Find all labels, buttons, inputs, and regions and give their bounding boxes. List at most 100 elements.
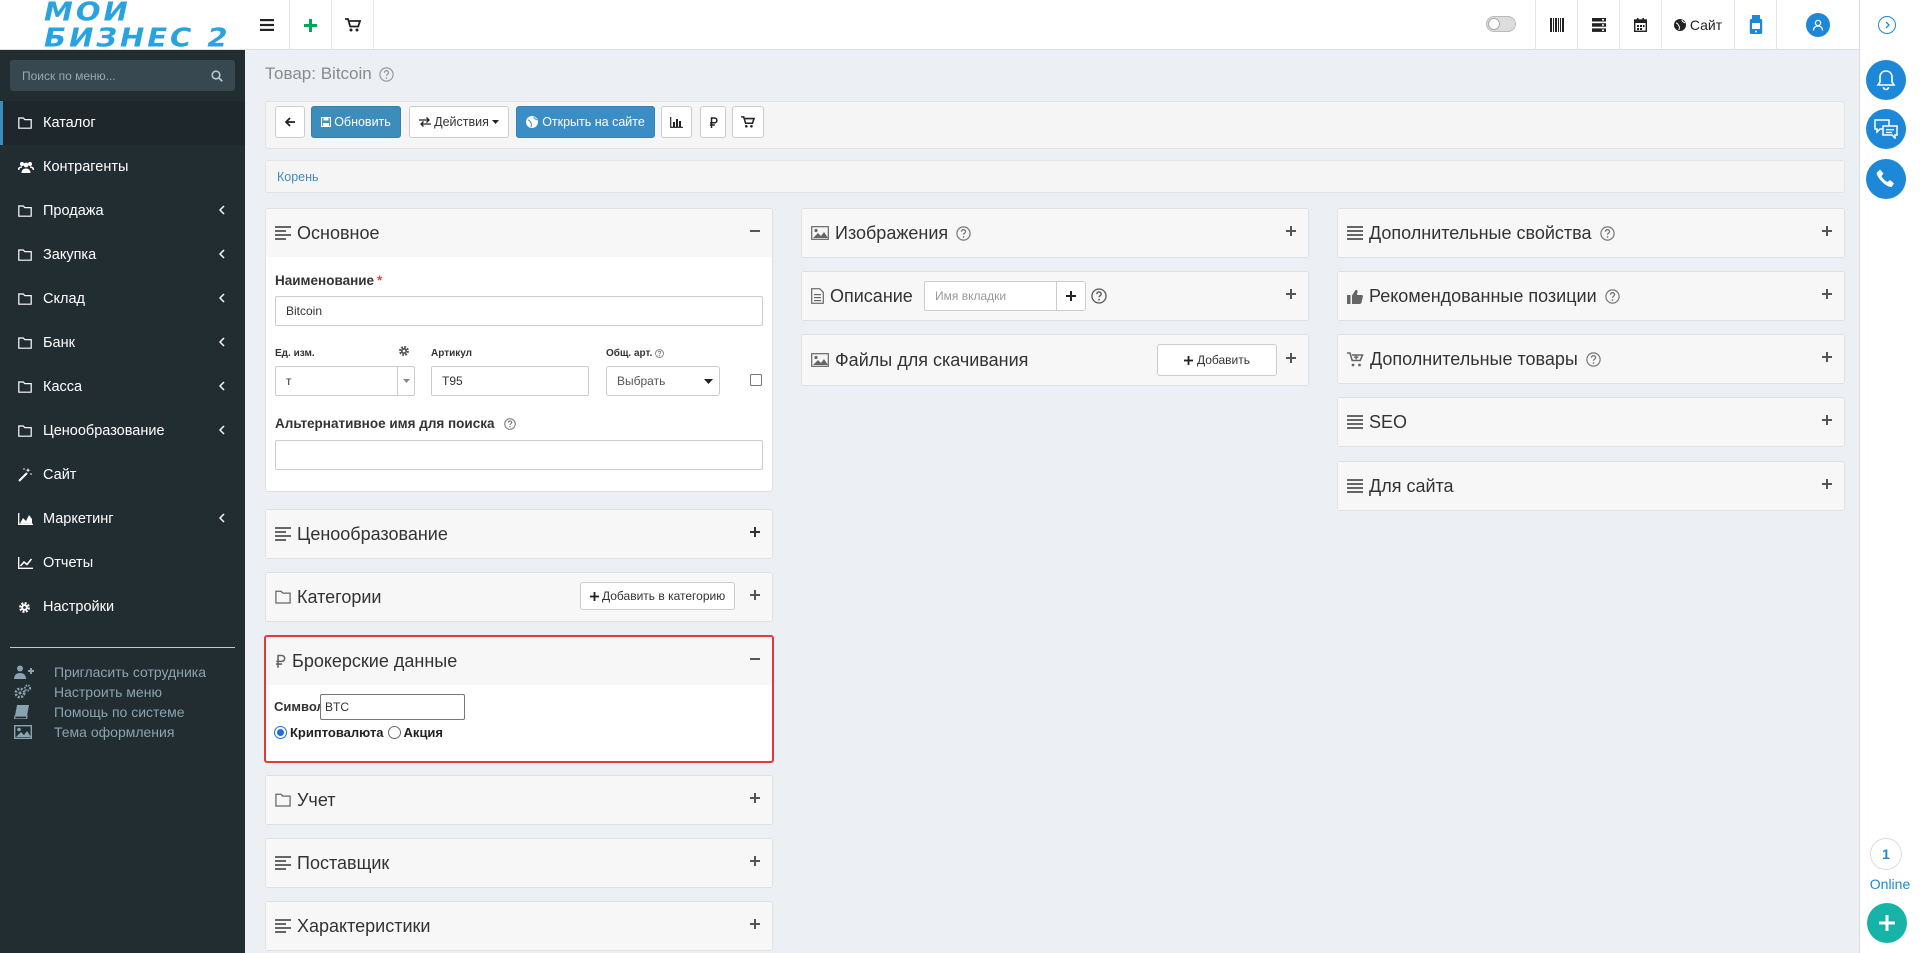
- radio-stock-label[interactable]: Акция: [404, 725, 443, 740]
- mobile-app-button[interactable]: [1734, 0, 1776, 50]
- sidebar-item-bank[interactable]: Банк: [0, 321, 245, 365]
- minus-icon[interactable]: [750, 226, 760, 236]
- sidebar-item-sales[interactable]: Продажа: [0, 189, 245, 233]
- panel-header[interactable]: Характеристики: [266, 902, 772, 950]
- plus-icon[interactable]: [1286, 353, 1296, 363]
- sidebar-item-reports[interactable]: Отчеты: [0, 541, 245, 585]
- panel-header[interactable]: Учет: [266, 776, 772, 824]
- add-tab-button[interactable]: [1056, 281, 1086, 311]
- plus-icon[interactable]: [1822, 289, 1832, 299]
- update-button[interactable]: Обновить: [311, 106, 401, 138]
- common-sku-checkbox[interactable]: [750, 374, 762, 386]
- call-button[interactable]: [1866, 159, 1906, 199]
- plus-icon[interactable]: [750, 793, 760, 803]
- panel-header[interactable]: Дополнительные свойства: [1338, 209, 1844, 257]
- minus-icon[interactable]: [750, 654, 760, 664]
- panel-header[interactable]: Для сайта: [1338, 462, 1844, 510]
- panel-header[interactable]: Изображения: [802, 209, 1308, 257]
- help-icon[interactable]: [1599, 225, 1615, 241]
- stats-button[interactable]: [661, 106, 692, 138]
- sidebar: Каталог Контрагенты Продажа Закупка Скла…: [0, 50, 245, 953]
- unit-settings-gear-icon[interactable]: [398, 345, 410, 357]
- help-icon[interactable]: [1091, 288, 1107, 304]
- rail-expand-button[interactable]: [1878, 16, 1896, 34]
- common-sku-select[interactable]: Выбрать: [606, 366, 720, 396]
- panel-seo: SEO: [1337, 397, 1845, 447]
- search-icon[interactable]: [211, 69, 223, 82]
- symbol-input[interactable]: BTC: [320, 694, 465, 720]
- help-icon[interactable]: [1586, 351, 1601, 367]
- breadcrumb-root-link[interactable]: Корень: [277, 170, 319, 184]
- help-icon[interactable]: [379, 66, 394, 82]
- sidebar-item-purchase[interactable]: Закупка: [0, 233, 245, 277]
- thumbs-up-icon: [1347, 289, 1363, 304]
- open-on-site-button[interactable]: Открыть на сайте: [516, 106, 655, 138]
- panel-header[interactable]: Брокерские данные: [266, 637, 772, 685]
- menu-toggle-button[interactable]: [245, 0, 290, 50]
- plus-icon[interactable]: [1822, 352, 1832, 362]
- plus-icon[interactable]: [1822, 415, 1832, 425]
- sidebar-item-site[interactable]: Сайт: [0, 453, 245, 497]
- panel-header[interactable]: Рекомендованные позиции: [1338, 272, 1844, 320]
- sidebar-link-help[interactable]: Помощь по системе: [0, 702, 245, 722]
- calendar-button[interactable]: [1619, 0, 1661, 50]
- help-icon[interactable]: [503, 417, 516, 430]
- panel-header[interactable]: SEO: [1338, 398, 1844, 446]
- user-menu-button[interactable]: [1776, 0, 1859, 50]
- plus-icon[interactable]: [1286, 226, 1296, 236]
- plus-icon[interactable]: [750, 919, 760, 929]
- radio-crypto[interactable]: [274, 726, 287, 739]
- unit-select[interactable]: т: [275, 366, 415, 396]
- radio-stock[interactable]: [387, 726, 401, 739]
- panel-header[interactable]: Поставщик: [266, 839, 772, 887]
- actions-dropdown-button[interactable]: Действия: [409, 106, 509, 138]
- quick-add-button[interactable]: [290, 0, 332, 50]
- tab-name-input[interactable]: Имя вкладки: [924, 281, 1057, 311]
- plus-icon[interactable]: [750, 527, 760, 537]
- help-icon[interactable]: [956, 225, 971, 241]
- panel-header[interactable]: Основное: [266, 209, 772, 257]
- site-link-button[interactable]: Сайт: [1661, 0, 1734, 50]
- panel-downloads: Файлы для скачивания Добавить: [801, 334, 1309, 386]
- sidebar-link-theme[interactable]: Тема оформления: [0, 722, 245, 742]
- chat-button[interactable]: [1866, 109, 1906, 149]
- rail-add-button[interactable]: [1867, 903, 1907, 943]
- theme-toggle-switch[interactable]: [1486, 16, 1516, 32]
- help-icon[interactable]: [1604, 288, 1620, 304]
- sidebar-link-label: Пригласить сотрудника: [54, 664, 206, 680]
- sidebar-item-settings[interactable]: Настройки: [0, 585, 245, 629]
- app-logo[interactable]: МОЙ БИЗНЕС 2: [0, 0, 245, 50]
- plus-icon[interactable]: [1286, 289, 1296, 299]
- sidebar-item-pricing[interactable]: Ценообразование: [0, 409, 245, 453]
- back-button[interactable]: [275, 106, 305, 138]
- panel-header[interactable]: Ценообразование: [266, 510, 772, 558]
- panel-header[interactable]: Дополнительные товары: [1338, 335, 1844, 383]
- plus-icon[interactable]: [1822, 479, 1832, 489]
- plus-icon[interactable]: [750, 590, 760, 600]
- help-icon[interactable]: [655, 349, 665, 358]
- notifications-button[interactable]: [1866, 60, 1906, 100]
- sidebar-link-invite[interactable]: Пригласить сотрудника: [0, 662, 245, 682]
- server-button[interactable]: [1577, 0, 1619, 50]
- online-count-badge[interactable]: 1: [1870, 838, 1902, 870]
- cart-button[interactable]: [332, 0, 374, 50]
- name-input[interactable]: Bitcoin: [275, 296, 763, 326]
- sidebar-item-cashbox[interactable]: Касса: [0, 365, 245, 409]
- barcode-button[interactable]: [1535, 0, 1577, 50]
- sku-input[interactable]: T95: [431, 366, 589, 396]
- panel-pricing: Ценообразование: [265, 509, 773, 559]
- alt-name-input[interactable]: [275, 440, 763, 470]
- sidebar-link-menu-setup[interactable]: Настроить меню: [0, 682, 245, 702]
- plus-icon[interactable]: [1822, 226, 1832, 236]
- sidebar-item-contractors[interactable]: Контрагенты: [0, 145, 245, 189]
- radio-crypto-label[interactable]: Криптовалюта: [290, 725, 384, 740]
- sidebar-item-marketing[interactable]: Маркетинг: [0, 497, 245, 541]
- sidebar-item-warehouse[interactable]: Склад: [0, 277, 245, 321]
- add-to-category-button[interactable]: Добавить в категорию: [580, 582, 736, 610]
- add-to-cart-button[interactable]: [732, 106, 764, 138]
- plus-icon[interactable]: [750, 856, 760, 866]
- price-button[interactable]: [700, 106, 726, 138]
- sidebar-search-input[interactable]: [22, 68, 202, 83]
- add-file-button[interactable]: Добавить: [1157, 344, 1277, 376]
- sidebar-item-catalog[interactable]: Каталог: [0, 101, 245, 145]
